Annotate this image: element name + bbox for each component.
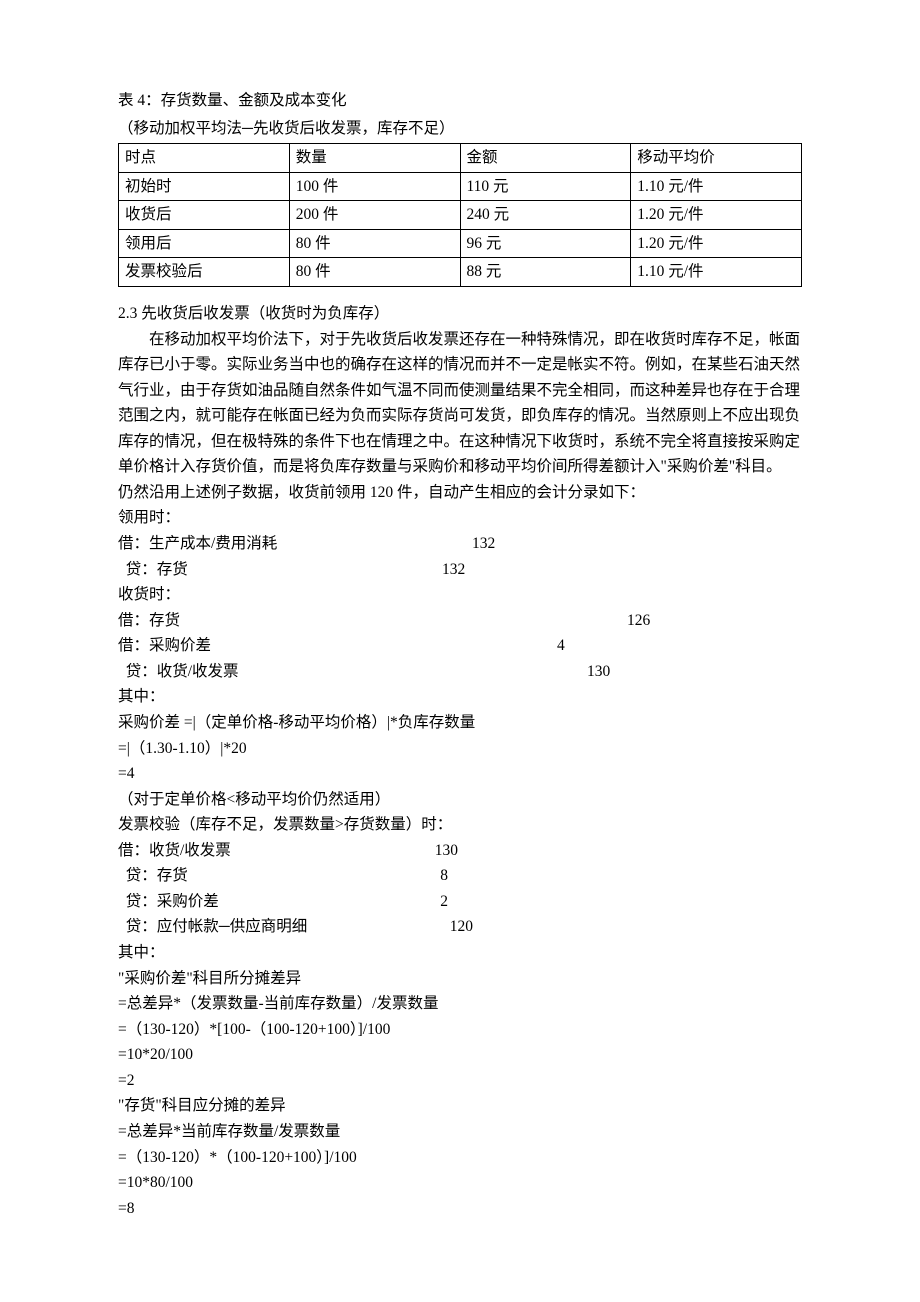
diff-line: =总差异*（发票数量-当前库存数量）/发票数量 bbox=[118, 991, 802, 1017]
calc-line: =|（1.30-1.10）|*20 bbox=[118, 736, 802, 762]
table-row: 收货后200 件240 元1.20 元/件 bbox=[119, 201, 802, 230]
use-title: 领用时： bbox=[118, 505, 802, 531]
diff-line: =（130-120）*[100-（100-120+100）]/100 bbox=[118, 1017, 802, 1043]
calc-line: （对于定单价格<移动平均价仍然适用） bbox=[118, 787, 802, 813]
diff-line: =10*80/100 bbox=[118, 1170, 802, 1196]
th-1: 数量 bbox=[289, 144, 460, 173]
calc2-title: 其中： bbox=[118, 940, 802, 966]
table4-subtitle: （移动加权平均法─先收货后收发票，库存不足） bbox=[118, 116, 802, 142]
table4: 时点 数量 金额 移动平均价 初始时100 件110 元1.10 元/件 收货后… bbox=[118, 143, 802, 287]
diff-line: =8 bbox=[118, 1196, 802, 1222]
entry-inv-4: 贷：应付帐款─供应商明细 120 bbox=[118, 914, 473, 940]
entry-recv-3: 贷：收货/收发票 130 bbox=[118, 659, 802, 685]
diff-line: =10*20/100 bbox=[118, 1042, 802, 1068]
entry-recv-2: 借：采购价差 4 bbox=[118, 633, 802, 659]
calc-line: 采购价差 =|（定单价格-移动平均价格）|*负库存数量 bbox=[118, 710, 802, 736]
table-row: 领用后80 件96 元1.20 元/件 bbox=[119, 229, 802, 258]
table-row: 发票校验后80 件88 元1.10 元/件 bbox=[119, 258, 802, 287]
th-3: 移动平均价 bbox=[631, 144, 802, 173]
table4-title: 表 4：存货数量、金额及成本变化 bbox=[118, 88, 802, 114]
entry-inv-1: 借：收货/收发票 130 bbox=[118, 838, 458, 864]
table-row: 初始时100 件110 元1.10 元/件 bbox=[119, 172, 802, 201]
th-0: 时点 bbox=[119, 144, 290, 173]
th-2: 金额 bbox=[460, 144, 631, 173]
diff-line: "存货"科目应分摊的差异 bbox=[118, 1093, 802, 1119]
section-intro2: 仍然沿用上述例子数据，收货前领用 120 件，自动产生相应的会计分录如下： bbox=[118, 480, 802, 506]
calc-title: 其中： bbox=[118, 684, 802, 710]
inv-title: 发票校验（库存不足，发票数量>存货数量）时： bbox=[118, 812, 802, 838]
diff-line: =总差异*当前库存数量/发票数量 bbox=[118, 1119, 802, 1145]
diff-line: =（130-120）*（100-120+100）]/100 bbox=[118, 1145, 802, 1171]
section-heading: 2.3 先收货后收发票（收货时为负库存） bbox=[118, 301, 802, 327]
calc-line: =4 bbox=[118, 761, 802, 787]
entry-use-2: 贷：存货 132 bbox=[118, 557, 802, 583]
entry-inv-3: 贷：采购价差 2 bbox=[118, 889, 448, 915]
recv-title: 收货时： bbox=[118, 582, 802, 608]
entry-use-1: 借：生产成本/费用消耗 132 bbox=[118, 531, 802, 557]
table-header-row: 时点 数量 金额 移动平均价 bbox=[119, 144, 802, 173]
entry-recv-1: 借：存货 126 bbox=[118, 608, 802, 634]
diff-line: "采购价差"科目所分摊差异 bbox=[118, 966, 802, 992]
diff-line: =2 bbox=[118, 1068, 802, 1094]
entry-inv-2: 贷：存货 8 bbox=[118, 863, 448, 889]
section-para: 在移动加权平均价法下，对于先收货后收发票还存在一种特殊情况，即在收货时库存不足，… bbox=[118, 327, 802, 480]
